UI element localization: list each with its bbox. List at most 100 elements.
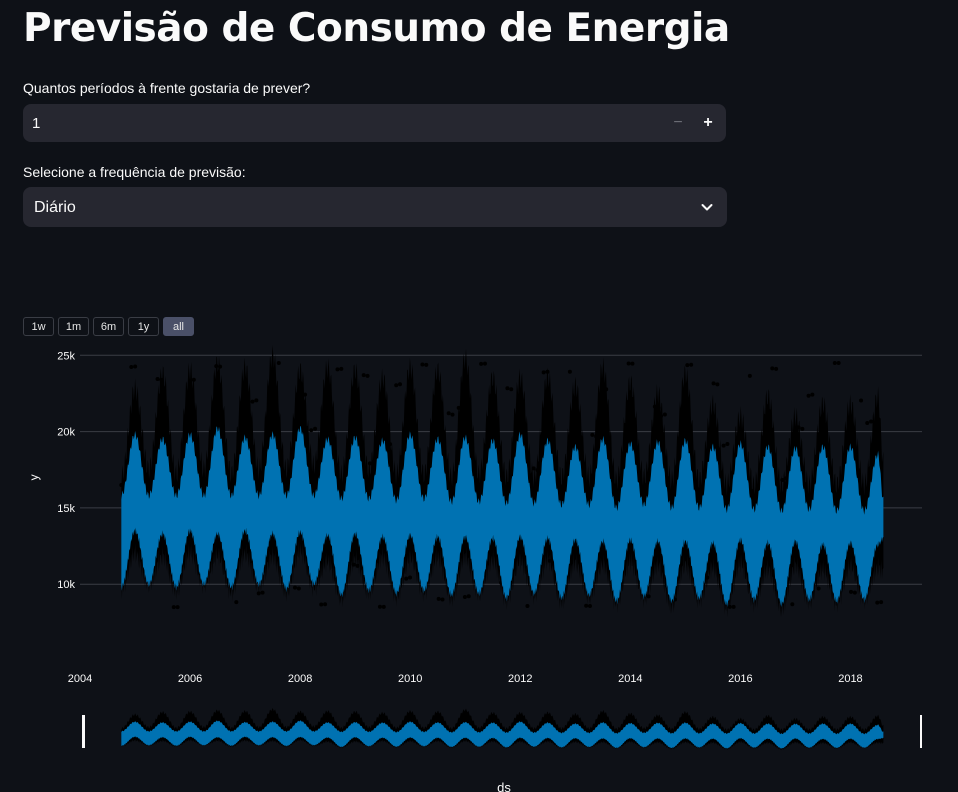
- observed-point: [806, 393, 811, 398]
- observed-point: [689, 362, 694, 367]
- x-axis-title: ds: [497, 780, 511, 792]
- observed-point: [590, 432, 595, 437]
- observed-point: [404, 576, 409, 581]
- observed-point: [646, 594, 651, 599]
- x-tick-label: 2008: [288, 673, 312, 685]
- observed-point: [260, 590, 265, 595]
- observed-point: [159, 377, 164, 382]
- observed-point: [228, 484, 233, 489]
- observed-point: [545, 369, 550, 374]
- x-tick-label: 2006: [178, 673, 202, 685]
- observed-point: [129, 364, 134, 369]
- observed-point: [450, 412, 455, 417]
- range-button-1w[interactable]: 1w: [23, 317, 54, 336]
- observed-point: [440, 597, 445, 602]
- frequency-selected-value: Diário: [34, 199, 76, 216]
- observed-point: [361, 373, 366, 378]
- observed-point: [256, 591, 261, 596]
- range-button-6m[interactable]: 6m: [93, 317, 124, 336]
- increment-button[interactable]: +: [694, 109, 722, 137]
- observed-point: [604, 387, 609, 392]
- rangeslider-right-handle[interactable]: [920, 715, 922, 748]
- observed-point: [319, 602, 324, 607]
- y-tick-label: 10k: [57, 579, 75, 591]
- observed-point: [630, 361, 635, 366]
- periods-value[interactable]: 1: [32, 115, 40, 132]
- observed-point: [525, 603, 530, 608]
- observed-point: [727, 604, 732, 609]
- observed-point: [731, 604, 736, 609]
- rangeslider-left-handle[interactable]: [82, 715, 85, 748]
- observed-point: [767, 550, 772, 555]
- observed-point: [869, 419, 874, 424]
- observed-point: [505, 386, 510, 391]
- observed-point: [764, 549, 769, 554]
- observed-point: [535, 468, 540, 473]
- observed-point: [816, 586, 821, 591]
- observed-point: [398, 382, 403, 387]
- observed-point: [865, 420, 870, 425]
- x-tick-label: 2014: [618, 673, 642, 685]
- forecast-chart[interactable]: 10k 15k 20k 25k y 2004 2006 2008 2010 2012 2014 201…: [0, 340, 958, 792]
- observed-point: [191, 377, 196, 382]
- observed-point: [244, 419, 249, 424]
- observed-point: [381, 604, 386, 609]
- observed-point: [299, 391, 304, 396]
- observed-point: [715, 382, 720, 387]
- observed-point: [659, 413, 664, 418]
- x-tick-label: 2018: [838, 673, 862, 685]
- x-tick-label: 2010: [398, 673, 422, 685]
- observed-point: [355, 563, 360, 568]
- observed-point: [796, 425, 801, 430]
- observed-point: [721, 443, 726, 448]
- observed-point: [323, 602, 328, 607]
- periods-number-input[interactable]: 1 − +: [23, 104, 726, 142]
- observed-point: [394, 383, 399, 388]
- observed-point: [852, 590, 857, 595]
- observed-point: [339, 366, 344, 371]
- observed-point: [408, 575, 413, 580]
- frequency-select[interactable]: Diário: [23, 187, 727, 227]
- observed-point: [662, 412, 667, 417]
- x-tick-label: 2012: [508, 673, 532, 685]
- observed-point: [479, 361, 484, 366]
- observed-point: [296, 586, 301, 591]
- observed-point: [600, 388, 605, 393]
- range-button-1y[interactable]: 1y: [128, 317, 159, 336]
- observed-point: [462, 594, 467, 599]
- observed-point: [584, 603, 589, 608]
- observed-point: [188, 378, 193, 383]
- observed-point: [293, 585, 298, 590]
- observed-point: [446, 411, 451, 416]
- decrement-button[interactable]: −: [664, 109, 692, 137]
- observed-point: [234, 600, 239, 605]
- observed-point: [424, 362, 429, 367]
- observed-point: [456, 405, 461, 410]
- observed-point: [240, 418, 245, 423]
- observed-point: [747, 373, 752, 378]
- observed-point: [790, 602, 795, 607]
- observed-point: [800, 426, 805, 431]
- observed-point: [879, 600, 884, 605]
- observed-point: [254, 398, 259, 403]
- observed-point: [420, 362, 425, 367]
- observed-point: [531, 466, 536, 471]
- observed-point: [784, 476, 789, 481]
- observed-point: [774, 366, 779, 371]
- observed-point: [594, 434, 599, 439]
- observed-point: [705, 575, 710, 580]
- observed-point: [652, 404, 657, 409]
- observed-point: [482, 361, 487, 366]
- observed-point: [171, 605, 176, 610]
- observed-point: [656, 405, 661, 410]
- observed-point: [371, 459, 376, 464]
- observed-point: [810, 392, 815, 397]
- observed-point: [365, 373, 370, 378]
- range-button-all[interactable]: all: [163, 317, 194, 336]
- y-tick-label: 20k: [57, 427, 75, 439]
- observed-point: [832, 360, 837, 365]
- observed-point: [587, 603, 592, 608]
- observed-point: [547, 558, 552, 563]
- range-button-1m[interactable]: 1m: [58, 317, 89, 336]
- x-tick-label: 2016: [728, 673, 752, 685]
